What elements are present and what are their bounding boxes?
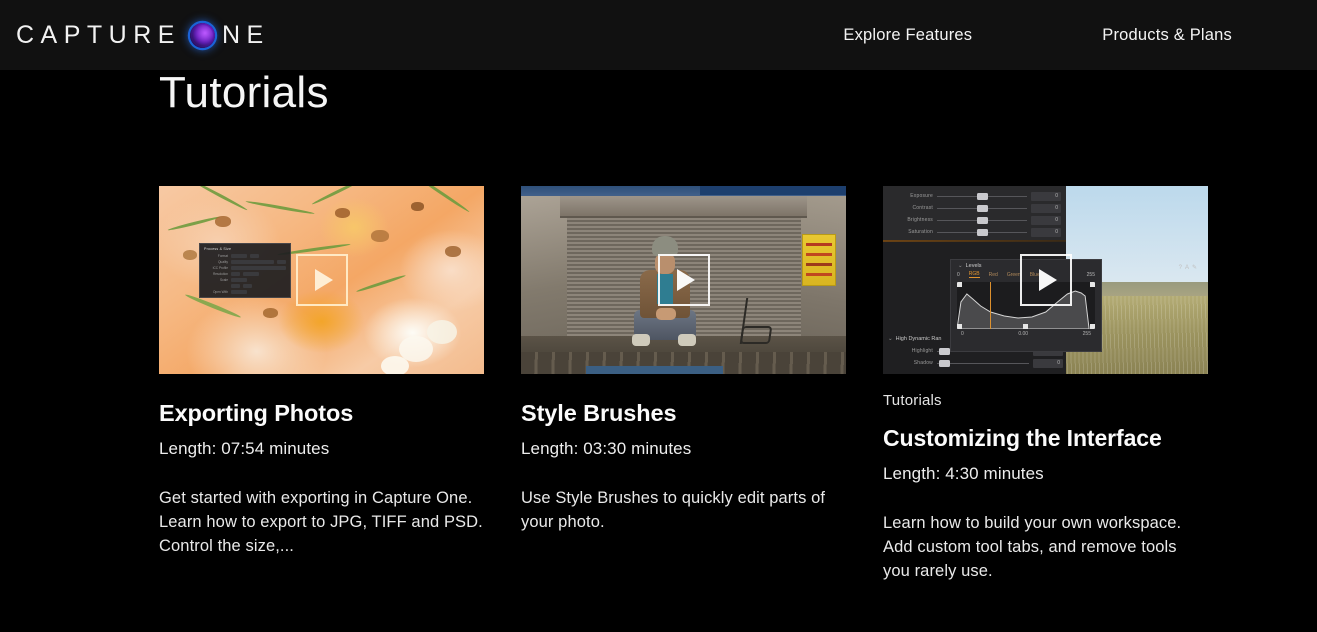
levels-max-value: 255 [1087, 272, 1095, 278]
site-header: CAPTURE NE Explore Features Products & P… [0, 0, 1317, 70]
hdr-row-label: Highlight [883, 348, 937, 354]
play-button-icon[interactable] [658, 254, 710, 306]
slider-label: Exposure [883, 193, 937, 199]
hdr-row-value: 0 [1033, 359, 1063, 368]
panel-row-label: ICC Profile [204, 266, 228, 270]
tutorial-card-length: Length: 4:30 minutes [883, 464, 1208, 484]
levels-tool-icons: ?A✎ [1179, 264, 1200, 271]
play-button-icon[interactable] [1020, 254, 1072, 306]
slider-value: 0 [1031, 204, 1061, 213]
tutorial-card-title: Customizing the Interface [883, 425, 1208, 452]
tutorial-card-category: Tutorials [883, 392, 1208, 409]
panel-row-label: Open With [204, 290, 228, 294]
tutorial-thumbnail-customizing-interface[interactable]: Exposure 0 Contrast 0 Brightness 0 Saturati… [883, 186, 1208, 374]
levels-foot-max: 255 [1083, 331, 1091, 337]
panel-row-label: Quality [204, 260, 228, 264]
nav-item-explore-features[interactable]: Explore Features [843, 26, 972, 45]
tutorial-thumbnail-style-brushes[interactable] [521, 186, 846, 374]
main-nav: Explore Features Products & Plans [843, 0, 1317, 70]
panel-row-label: Resolution [204, 272, 228, 276]
slider-value: 0 [1031, 192, 1061, 201]
hdr-row-label: Shadow [883, 360, 937, 366]
slider-value: 0 [1031, 216, 1061, 225]
tutorial-card-length: Length: 03:30 minutes [521, 439, 846, 459]
play-button-icon[interactable] [296, 254, 348, 306]
tutorial-card-description: Use Style Brushes to quickly edit parts … [521, 486, 846, 534]
panel-row-label: Scale [204, 278, 228, 282]
levels-foot-mid: 0.00 [1018, 331, 1028, 337]
page-title: Tutorials [159, 68, 329, 119]
levels-tab-rgb[interactable]: RGB [969, 271, 980, 278]
nav-item-products-plans[interactable]: Products & Plans [1102, 26, 1232, 45]
logo-word-ne: NE [222, 21, 270, 50]
exposure-tool-panel: Exposure 0 Contrast 0 Brightness 0 Saturati… [883, 186, 1066, 241]
levels-channel-value: 0 [957, 272, 960, 278]
tutorial-card-description: Get started with exporting in Capture On… [159, 486, 484, 558]
process-and-size-panel: Process & Size Format Quality ICC Profil… [199, 243, 291, 298]
gradient-o-icon [190, 23, 215, 48]
panel-row-label: Format [204, 254, 228, 258]
slider-value: 0 [1031, 228, 1061, 237]
levels-foot-min: 0 [961, 331, 964, 337]
slider-label: Contrast [883, 205, 937, 211]
levels-tab-red[interactable]: Red [989, 272, 998, 278]
tutorial-card-grid: Process & Size Format Quality ICC Profil… [159, 186, 1211, 583]
panel-title: Process & Size [204, 247, 286, 251]
slider-label: Saturation [883, 229, 937, 235]
logo-word-capture: CAPTURE [16, 21, 181, 50]
tutorial-card-length: Length: 07:54 minutes [159, 439, 484, 459]
capture-one-logo[interactable]: CAPTURE NE [16, 0, 270, 70]
slider-label: Brightness [883, 217, 937, 223]
tutorial-card-description: Learn how to build your own workspace. A… [883, 511, 1208, 583]
tutorial-card-title: Style Brushes [521, 400, 846, 427]
tutorial-card[interactable]: Style Brushes Length: 03:30 minutes Use … [521, 186, 846, 583]
tutorial-card[interactable]: Exposure 0 Contrast 0 Brightness 0 Saturati… [883, 186, 1208, 583]
tutorial-thumbnail-exporting-photos[interactable]: Process & Size Format Quality ICC Profil… [159, 186, 484, 374]
tutorial-card[interactable]: Process & Size Format Quality ICC Profil… [159, 186, 484, 583]
tutorial-card-title: Exporting Photos [159, 400, 484, 427]
